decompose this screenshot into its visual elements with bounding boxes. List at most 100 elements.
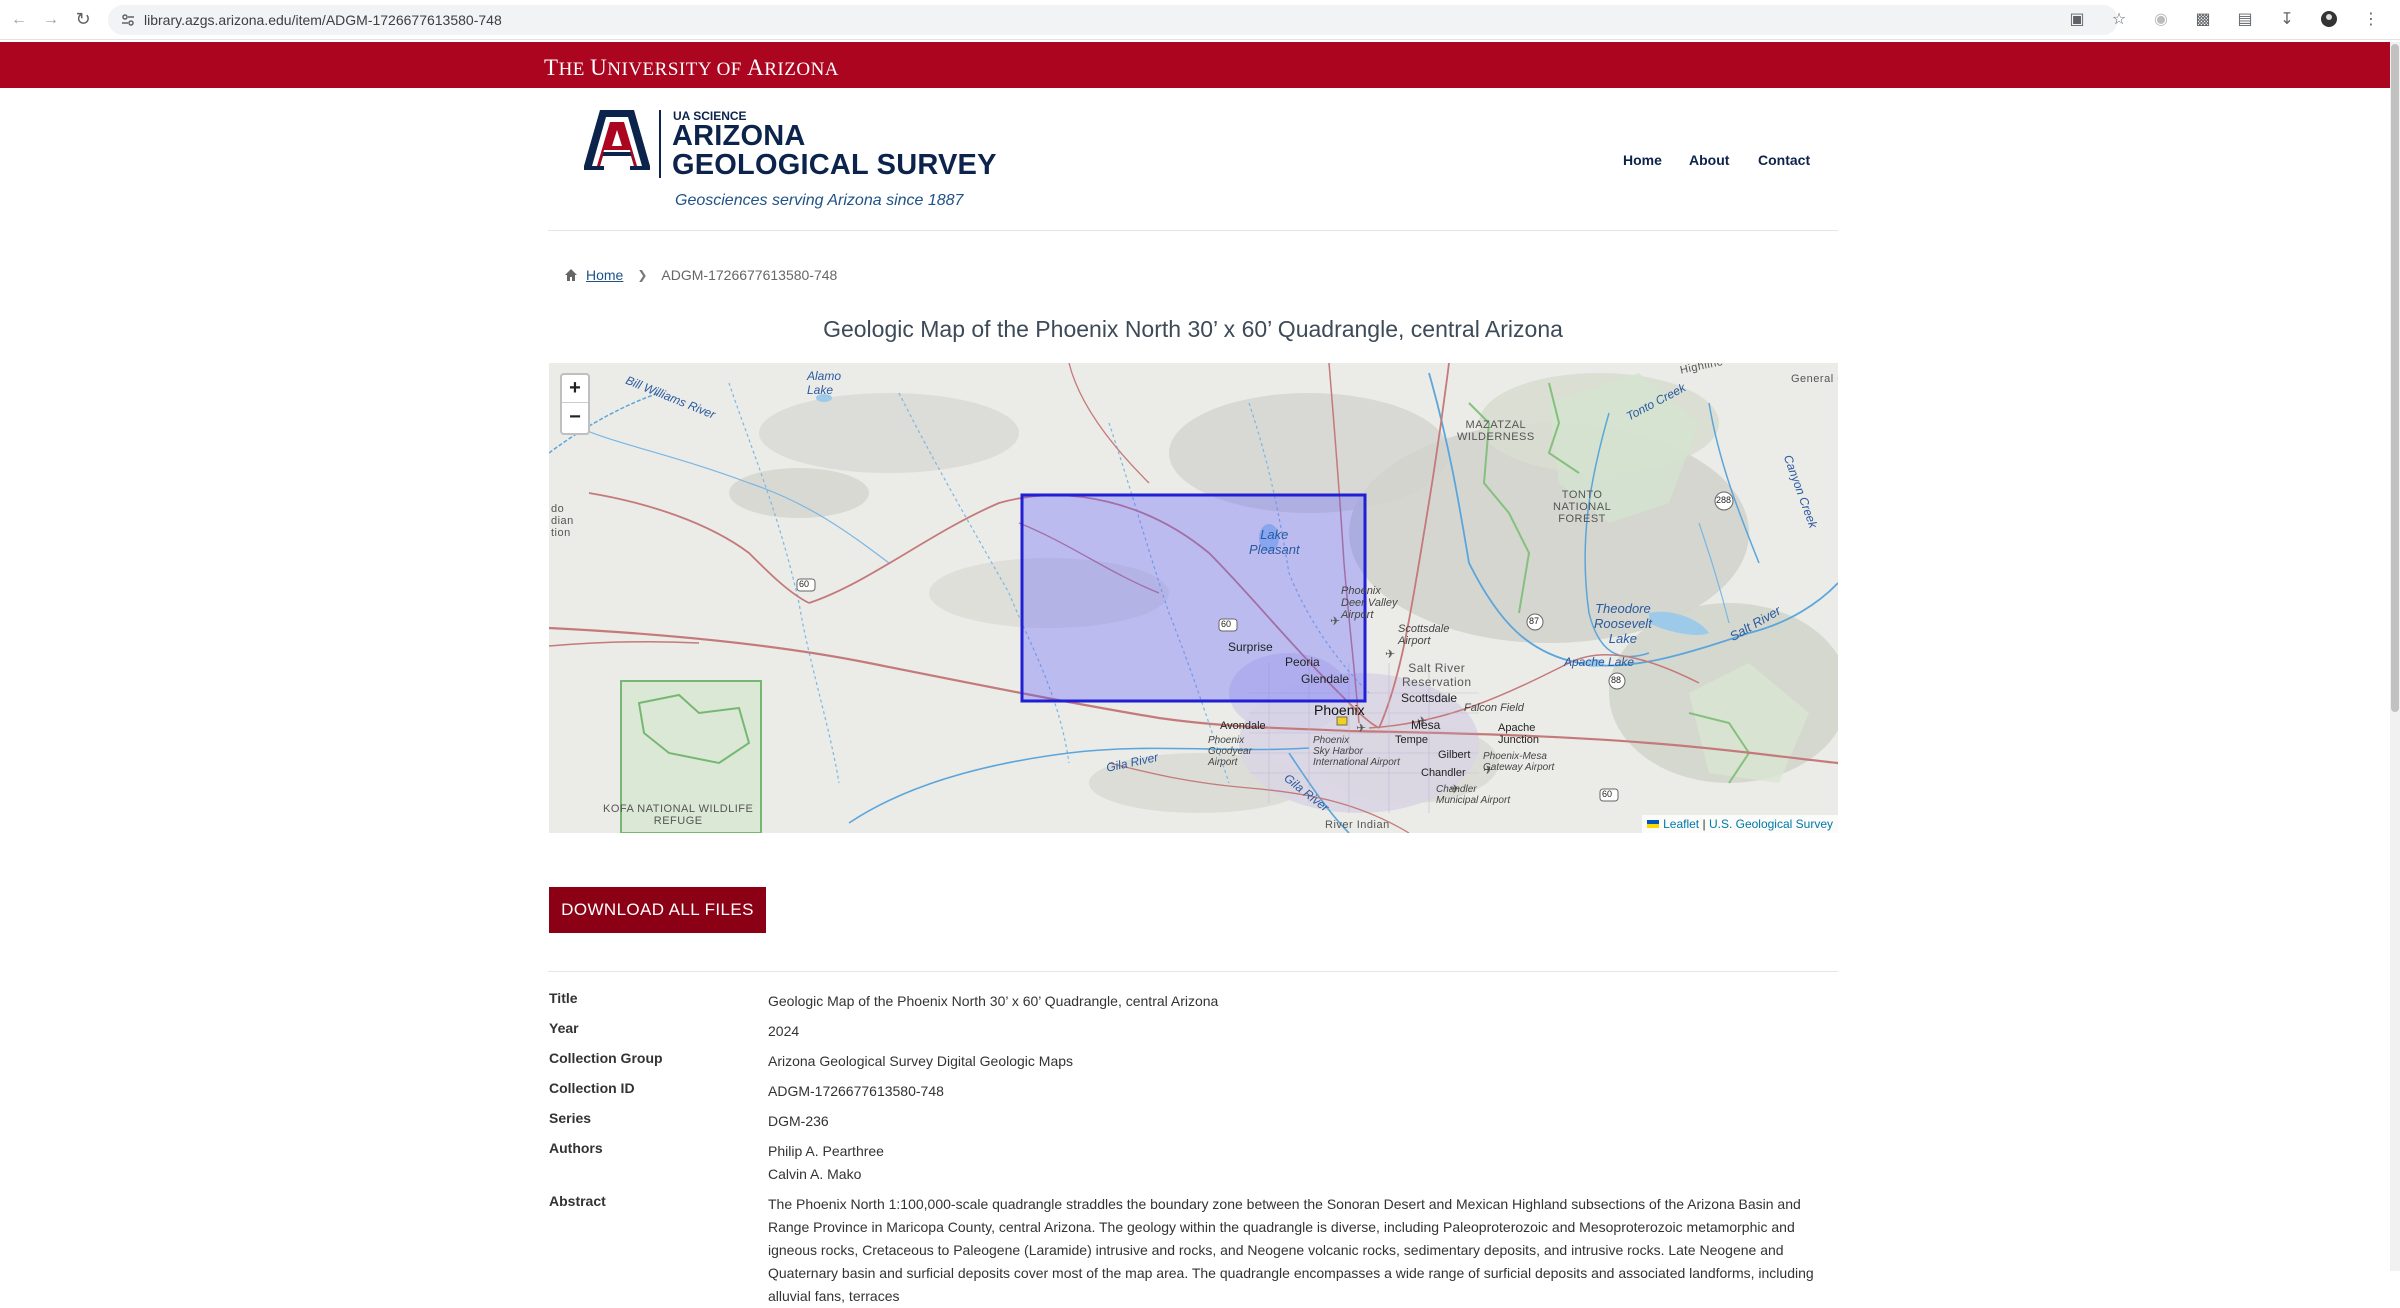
map-label-route-288: 288 <box>1716 495 1732 505</box>
metadata-value: Geologic Map of the Phoenix North 30’ x … <box>768 993 1219 1009</box>
zoom-in-button[interactable]: + <box>562 375 588 403</box>
content-divider <box>548 971 1838 972</box>
map-label-chandler-airport: Chandler Municipal Airport <box>1436 784 1511 806</box>
university-banner: THE UNIVERSITY OF ARIZONA <box>0 42 2390 88</box>
metadata-label: Year <box>549 1020 579 1036</box>
map-label-deer-valley-airport: Phoenix Deer Valley Airport <box>1341 585 1398 621</box>
bookmark-star-icon[interactable]: ☆ <box>2108 8 2130 30</box>
map-label-general-c: General C <box>1791 373 1838 385</box>
page-scrollbar[interactable] <box>2390 42 2400 1271</box>
map-label-kofa-refuge: KOFA NATIONAL WILDLIFE REFUGE <box>603 803 754 827</box>
zoom-control: + − <box>560 373 590 435</box>
download-icon[interactable]: ↧ <box>2276 8 2298 30</box>
metadata-label: Series <box>549 1110 592 1126</box>
nav-about-link[interactable]: About <box>1689 152 1729 168</box>
svg-text:✈: ✈ <box>1356 721 1366 735</box>
metadata-value: The Phoenix North 1:100,000-scale quadra… <box>768 1196 1814 1304</box>
breadcrumb: Home ❯ ADGM-1726677613580-748 <box>564 267 837 283</box>
address-bar[interactable]: library.azgs.arizona.edu/item/ADGM-17266… <box>108 5 2118 35</box>
map-label-route-60a: 60 <box>799 579 810 589</box>
extension-icon[interactable]: ◉ <box>2150 8 2172 30</box>
map-label-gateway-airport: Phoenix-Mesa Gateway Airport <box>1483 751 1555 773</box>
breadcrumb-current: ADGM-1726677613580-748 <box>661 267 838 283</box>
map-label-alamo-lake: Alamo Lake <box>807 369 842 397</box>
forward-arrow-icon[interactable]: → <box>38 7 64 33</box>
metadata-value: 2024 <box>768 1023 800 1039</box>
map-label-lake-pleasant: Lake Pleasant <box>1249 527 1300 557</box>
map-label-glendale: Glendale <box>1301 672 1350 686</box>
scrollbar-thumb[interactable] <box>2391 44 2399 712</box>
metadata-value: Philip A. Pearthree Calvin A. Mako <box>768 1140 1838 1186</box>
browser-toolbar: ← → ↻ library.azgs.arizona.edu/item/ADGM… <box>0 0 2400 40</box>
zoom-out-button[interactable]: − <box>562 403 588 431</box>
university-name[interactable]: THE UNIVERSITY OF ARIZONA <box>544 55 839 81</box>
leaflet-link[interactable]: Leaflet <box>1663 817 1699 831</box>
page-title: Geologic Map of the Phoenix North 30’ x … <box>823 316 1563 342</box>
author-name: Philip A. Pearthree <box>768 1143 884 1159</box>
map-label-gila-river-indian: River Indian <box>1325 819 1390 831</box>
survey-title[interactable]: ARIZONA GEOLOGICAL SURVEY <box>672 122 997 180</box>
puzzle-extensions-icon[interactable]: ▩ <box>2192 8 2214 30</box>
map-label-route-87: 87 <box>1529 616 1540 626</box>
svg-text:✈: ✈ <box>1330 614 1340 628</box>
reload-icon[interactable]: ↻ <box>70 7 96 33</box>
survey-tagline: Geosciences serving Arizona since 1887 <box>675 192 964 209</box>
metadata-label: Collection Group <box>549 1050 663 1066</box>
basemap-tiles: ✈✈✈ ✈✈✈ <box>549 363 1838 833</box>
metadata-label: Title <box>549 990 578 1006</box>
usgs-link[interactable]: U.S. Geological Survey <box>1709 817 1833 831</box>
map-label-chandler: Chandler <box>1421 767 1466 779</box>
back-arrow-icon[interactable]: ← <box>6 7 32 33</box>
map-label-tonto-forest: TONTO NATIONAL FOREST <box>1553 489 1612 525</box>
metadata-label: Abstract <box>549 1193 606 1209</box>
author-name: Calvin A. Mako <box>768 1166 862 1182</box>
map-label-peoria: Peoria <box>1285 655 1320 669</box>
chevron-right-icon: ❯ <box>637 268 648 282</box>
download-all-files-button[interactable]: DOWNLOAD ALL FILES <box>549 887 766 933</box>
map-label-route-60b: 60 <box>1221 619 1232 629</box>
menu-dots-icon[interactable]: ⋮ <box>2360 8 2382 30</box>
map-label-apache-junction: Apache Junction <box>1498 722 1539 746</box>
location-map[interactable]: ✈ ✈ ✈ ✈ ✈ ✈ Bill Williams River Alamo Lake MA… <box>549 363 1838 833</box>
map-label-scottsdale-airport: Scottsdale Airport <box>1398 623 1450 647</box>
site-info-icon[interactable] <box>120 12 136 28</box>
side-panel-icon[interactable]: ▤ <box>2234 8 2256 30</box>
header-divider <box>548 230 1838 231</box>
metadata-value: DGM-236 <box>768 1113 829 1129</box>
home-icon <box>565 269 577 281</box>
map-label-phoenix: Phoenix <box>1314 702 1365 718</box>
map-label-surprise: Surprise <box>1228 640 1273 654</box>
metadata-label: Authors <box>549 1140 603 1156</box>
map-label-route-60c: 60 <box>1602 789 1613 799</box>
map-label-falcon-field: Falcon Field <box>1464 702 1524 714</box>
map-label-sky-harbor: Phoenix Sky Harbor International Airport <box>1313 735 1400 768</box>
map-label-mazatzal: MAZATZAL WILDERNESS <box>1457 419 1535 443</box>
metadata-value: Arizona Geological Survey Digital Geolog… <box>768 1053 1074 1069</box>
svg-text:✈: ✈ <box>1385 647 1395 661</box>
map-label-goodyear-airport: Phoenix Goodyear Airport <box>1208 735 1252 768</box>
quadrangle-extent-box <box>1020 493 1367 703</box>
nav-contact-link[interactable]: Contact <box>1758 152 1810 168</box>
map-label-theodore-roosevelt-lake: Theodore Roosevelt Lake <box>1594 601 1652 646</box>
map-label-mesa: Mesa <box>1411 718 1441 732</box>
url-text: library.azgs.arizona.edu/item/ADGM-17266… <box>144 12 502 28</box>
install-app-icon[interactable]: ▣ <box>2066 8 2088 30</box>
attribution-separator: | <box>1699 817 1709 831</box>
map-label-gilbert: Gilbert <box>1438 749 1471 761</box>
nav-home-link[interactable]: Home <box>1623 152 1662 168</box>
metadata-label: Collection ID <box>549 1080 635 1096</box>
map-label-scottsdale: Scottsdale <box>1401 691 1458 705</box>
map-label-avondale: Avondale <box>1220 720 1266 732</box>
map-label-tempe: Tempe <box>1395 734 1429 746</box>
map-attribution: Leaflet | U.S. Geological Survey <box>1642 815 1838 833</box>
map-label-route-88: 88 <box>1611 675 1622 685</box>
logo-divider <box>659 110 661 178</box>
metadata-value: ADGM-1726677613580-748 <box>768 1083 944 1099</box>
arizona-a-logo-icon[interactable] <box>582 108 652 172</box>
breadcrumb-home-link[interactable]: Home <box>586 267 623 283</box>
map-label-left-edge: do dian tion <box>551 503 574 539</box>
map-label-apache-lake: Apache Lake <box>1564 655 1635 669</box>
map-label-salt-river-reservation: Salt River Reservation <box>1402 661 1472 689</box>
profile-avatar[interactable] <box>2318 8 2340 30</box>
ukraine-flag-icon <box>1647 820 1660 828</box>
